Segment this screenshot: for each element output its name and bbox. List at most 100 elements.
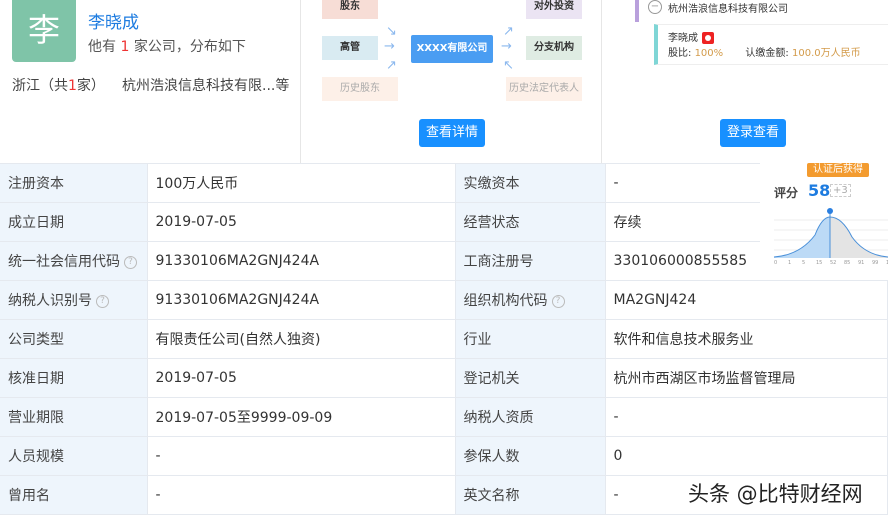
field-label: 曾用名 [0,475,148,515]
diagram-history-shareholder: 历史股东 [322,77,398,101]
table-row: 营业期限 2019-07-05至9999-09-09 纳税人资质 - [0,397,888,437]
diagram-executive: 高管 [322,36,378,60]
score-area-left [774,217,830,258]
region-suffix: 家） [76,78,105,94]
field-value: 2019-07-05至9999-09-09 [147,397,456,437]
cert-badge: 认证后获得 [807,163,869,177]
view-details-button[interactable]: 查看详情 [419,119,485,147]
field-label: 工商注册号 [455,241,606,281]
axis-tick-label: 0 [774,260,777,265]
shareholder-card: 李晓成 股比: 100% 认缴金额: 100.0万人民币 [654,24,888,65]
region-company-link[interactable]: 杭州浩浪信息科技有限...等 [122,75,289,95]
field-label: 纳税人资质 [455,397,606,437]
field-value: 2019-07-05 [147,202,456,242]
summary-post: 家公司，分布如下 [133,39,246,55]
label-text: 纳税人资质 [463,410,534,426]
label-text: 组织机构代码 [463,293,548,309]
diagram-investment: 对外投资 [526,0,582,19]
field-label: 组织机构代码? [455,280,606,320]
summary-pre: 他有 [88,39,116,55]
field-label: 经营状态 [455,202,606,242]
arrow-icon: ↘ [386,24,397,39]
amount-label: 认缴金额: [745,48,789,59]
label-text: 经营状态 [463,215,520,231]
help-icon[interactable]: ? [124,255,137,269]
table-row: 统一社会信用代码? 91330106MA2GNJ424A 工商注册号 33010… [0,241,888,281]
axis-tick-label: 85 [844,260,850,265]
ratio-value: 100% [694,48,724,59]
field-label: 注册资本 [0,163,148,203]
score-plus: +3 [830,184,851,197]
field-label: 成立日期 [0,202,148,242]
top-section: 李 李晓成 他有 1 家公司，分布如下 浙江（共1家） 杭州浩浪信息科技有限..… [0,0,888,163]
field-label: 参保人数 [455,436,606,476]
field-label: 人员规模 [0,436,148,476]
score-distribution-chart: 0151552859199100 [773,208,888,265]
field-value: 91330106MA2GNJ424A [147,241,456,281]
label-text: 参保人数 [463,449,520,465]
person-panel: 李 李晓成 他有 1 家公司，分布如下 浙江（共1家） 杭州浩浪信息科技有限..… [0,0,300,163]
label-text: 行业 [463,332,492,348]
label-text: 英文名称 [463,488,520,504]
axis-tick-label: 91 [858,260,864,265]
label-text: 统一社会信用代码 [8,254,120,270]
table-row: 人员规模 - 参保人数 0 [0,436,888,476]
field-value: 杭州市西湖区市场监督管理局 [605,358,888,398]
region-count: 1 [68,78,77,94]
label-text: 核准日期 [8,371,64,387]
company-count: 1 [120,39,130,55]
collapse-icon[interactable]: − [648,0,662,14]
field-value: - [147,436,456,476]
field-label: 登记机关 [455,358,606,398]
target-icon [702,32,714,44]
diagram-history-legal: 历史法定代表人 [506,77,582,101]
relation-diagram: 股东 高管 历史股东 XXXX有限公司 对外投资 分支机构 历史法定代表人 ↘ … [300,0,601,163]
field-value: 91330106MA2GNJ424A [147,280,456,320]
score-panel: 认证后获得 评分 58 +3 0151552859199100 [760,163,888,280]
score-value: 58 [808,181,831,200]
help-icon[interactable]: ? [551,294,565,308]
arrow-icon: → [384,39,395,54]
field-label: 公司类型 [0,319,148,359]
amount-value: 100.0万人民币 [791,48,861,59]
arrow-icon: ↗ [503,24,514,39]
avatar: 李 [12,0,76,62]
label-text: 登记机关 [463,371,520,387]
score-label: 评分 [774,186,799,200]
field-label: 英文名称 [455,475,606,515]
label-text: 营业期限 [8,410,64,426]
table-row: 核准日期 2019-07-05 登记机关 杭州市西湖区市场监督管理局 [0,358,888,398]
axis-tick-label: 15 [816,260,822,265]
field-label: 营业期限 [0,397,148,437]
axis-tick-label: 52 [830,260,836,265]
label-text: 注册资本 [8,176,64,192]
help-icon[interactable]: ? [96,294,109,308]
label-text: 纳税人识别号 [8,293,92,309]
arrow-icon: → [501,39,512,54]
label-text: 成立日期 [8,215,64,231]
tree-line [635,0,639,22]
arrow-icon: ↗ [386,58,397,73]
equity-panel: − 杭州浩浪信息科技有限公司 李晓成 股比: 100% 认缴金额: 100.0万… [601,0,888,163]
equity-company: 杭州浩浪信息科技有限公司 [668,4,788,15]
field-label: 纳税人识别号? [0,280,148,320]
diagram-center-company: XXXX有限公司 [411,35,493,63]
diagram-shareholder: 股东 [322,0,378,19]
field-label: 统一社会信用代码? [0,241,148,281]
field-value: MA2GNJ424 [605,280,888,320]
login-view-button[interactable]: 登录查看 [720,119,786,147]
field-value: 有限责任公司(自然人独资) [147,319,456,359]
region-label: 浙江（共 [12,78,68,94]
region-text: 浙江（共1家） [12,75,105,95]
label-text: 公司类型 [8,332,64,348]
axis-tick-label: 5 [802,260,805,265]
table-row: 纳税人识别号? 91330106MA2GNJ424A 组织机构代码? MA2GN… [0,280,888,320]
company-info-table: 注册资本 100万人民币 实缴资本 - 成立日期 2019-07-05 经营状态 … [0,163,888,515]
label-text: 人员规模 [8,449,64,465]
score-area-right [830,217,888,258]
table-row: 公司类型 有限责任公司(自然人独资) 行业 软件和信息技术服务业 [0,319,888,359]
label-text: 实缴资本 [463,176,520,192]
field-value: 2019-07-05 [147,358,456,398]
field-value: 100万人民币 [147,163,456,203]
person-name-link[interactable]: 李晓成 [88,8,139,33]
